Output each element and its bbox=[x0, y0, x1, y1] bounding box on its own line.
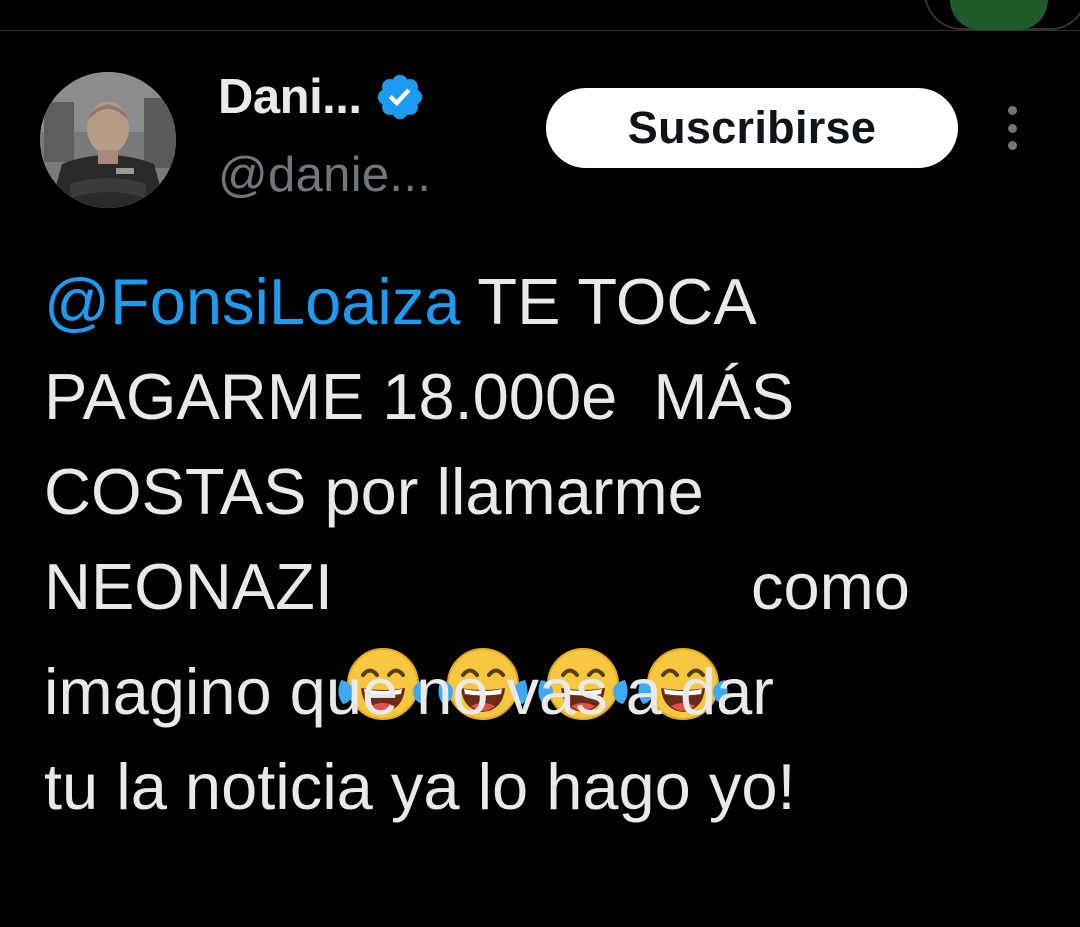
verified-badge-icon[interactable] bbox=[374, 71, 426, 123]
top-nav-pill-highlight bbox=[950, 0, 1048, 30]
tweet-text-line3: COSTAS por llamarme bbox=[44, 455, 704, 528]
face-with-tears-of-joy-icon bbox=[333, 549, 433, 720]
face-with-tears-of-joy-icon bbox=[533, 549, 633, 720]
tweet-text-line1: TE TOCA bbox=[460, 265, 757, 338]
face-with-tears-of-joy-icon bbox=[633, 549, 733, 720]
avatar[interactable] bbox=[40, 72, 176, 208]
subscribe-button[interactable]: Suscribirse bbox=[546, 88, 958, 168]
face-with-tears-of-joy-icon bbox=[433, 549, 533, 720]
more-dot bbox=[1007, 123, 1017, 133]
tweet-text-line4-end: como bbox=[732, 550, 910, 623]
more-dot bbox=[1007, 141, 1017, 150]
tweet-text: @FonsiLoaiza TE TOCA PAGARME 18.000e MÁS… bbox=[44, 254, 1054, 834]
tweet-text-line5: imagino que no vas a dar bbox=[44, 655, 774, 728]
more-dot bbox=[1007, 106, 1017, 115]
top-divider bbox=[0, 30, 1080, 31]
tweet-text-line2: PAGARME 18.000e MÁS bbox=[44, 360, 795, 433]
more-vertical-icon[interactable] bbox=[996, 100, 1028, 156]
tweet-text-line4-start: NEONAZI bbox=[44, 550, 333, 623]
author-name-row: Dani... bbox=[218, 66, 426, 128]
author-handle[interactable]: @danie... bbox=[218, 147, 431, 203]
tweet-text-line6: tu la noticia ya lo hago yo! bbox=[44, 750, 796, 823]
mention-link[interactable]: @FonsiLoaiza bbox=[44, 265, 460, 338]
profile-photo-icon bbox=[40, 72, 176, 208]
author-display-name[interactable]: Dani... bbox=[218, 69, 362, 125]
emoji-group bbox=[333, 549, 733, 720]
